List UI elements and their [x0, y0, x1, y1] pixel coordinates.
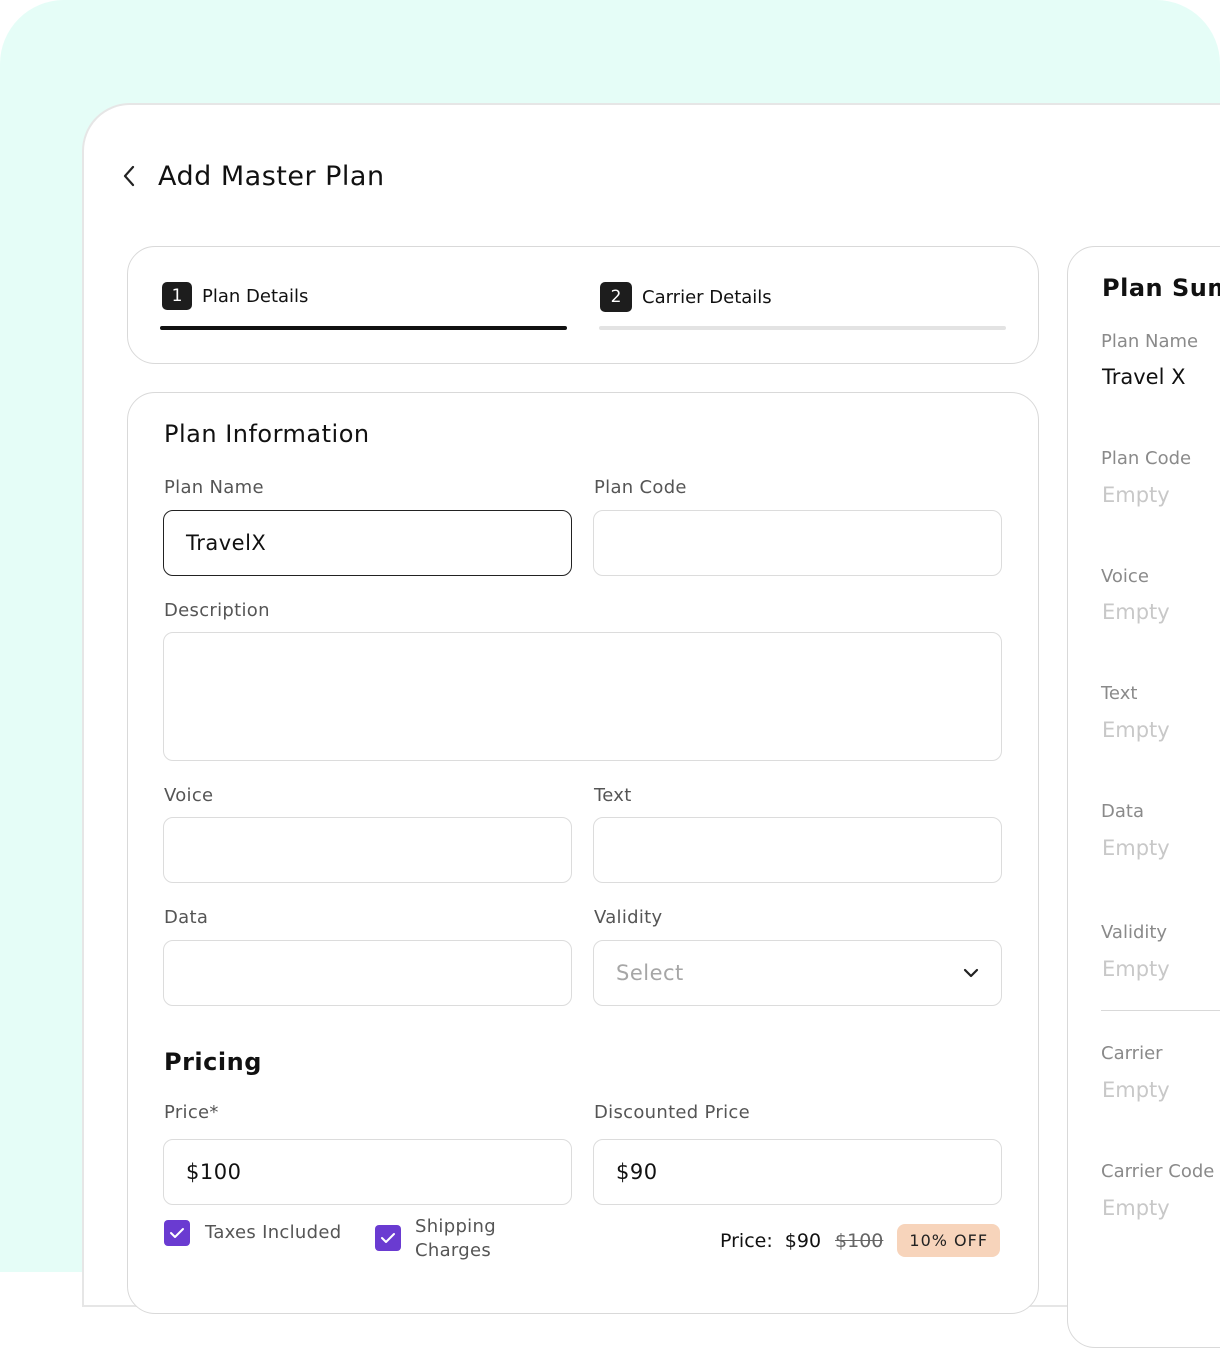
plan-name-value: TravelX — [186, 531, 267, 555]
shipping-charges-label: Shipping Charges — [415, 1215, 496, 1263]
price-summary-current: $90 — [784, 1229, 822, 1252]
summary-label-plan-code: Plan Code — [1101, 448, 1192, 469]
shipping-charges-label-line2: Charges — [415, 1240, 492, 1261]
price-input[interactable]: $100 — [163, 1139, 572, 1205]
summary-value-data: Empty — [1102, 836, 1170, 860]
page-title: Add Master Plan — [158, 160, 385, 192]
validity-select[interactable]: Select — [593, 940, 1002, 1006]
plan-summary-title: Plan Summary — [1102, 274, 1220, 302]
data-label: Data — [164, 907, 209, 928]
shipping-charges-checkbox[interactable] — [375, 1225, 401, 1251]
price-summary-prefix: Price: — [720, 1229, 773, 1252]
discounted-price-label: Discounted Price — [594, 1102, 750, 1123]
price-summary-line: Price: $90 $100 10% OFF — [720, 1224, 1001, 1257]
summary-value-plan-name: Travel X — [1102, 365, 1186, 389]
step-carrier-details[interactable]: 2 Carrier Details — [600, 282, 772, 312]
taxes-included-checkbox[interactable] — [164, 1220, 190, 1246]
check-icon — [381, 1233, 395, 1243]
page-header: Add Master Plan — [122, 156, 385, 196]
chevron-down-icon — [963, 968, 979, 978]
summary-label-plan-name: Plan Name — [1101, 331, 1199, 352]
price-summary-original: $100 — [835, 1229, 884, 1252]
summary-label-data: Data — [1101, 801, 1144, 822]
summary-value-carrier-code: Empty — [1102, 1196, 1170, 1220]
validity-label: Validity — [594, 907, 663, 928]
summary-label-carrier: Carrier — [1101, 1043, 1163, 1064]
taxes-included-label: Taxes Included — [205, 1222, 342, 1243]
data-input[interactable] — [163, 940, 572, 1006]
step-progress-active — [160, 326, 567, 330]
description-label: Description — [164, 600, 270, 621]
step-number: 2 — [600, 282, 632, 312]
discounted-price-value: $90 — [616, 1160, 658, 1184]
text-input[interactable] — [593, 817, 1002, 883]
summary-value-plan-code: Empty — [1102, 483, 1170, 507]
shipping-charges-label-line1: Shipping — [415, 1216, 496, 1237]
price-value: $100 — [186, 1160, 242, 1184]
summary-value-voice: Empty — [1102, 600, 1170, 624]
summary-value-carrier: Empty — [1102, 1078, 1170, 1102]
summary-value-text: Empty — [1102, 718, 1170, 742]
plan-code-input[interactable] — [593, 510, 1002, 576]
text-label: Text — [594, 785, 632, 806]
step-plan-details[interactable]: 1 Plan Details — [162, 282, 308, 310]
voice-label: Voice — [164, 785, 214, 806]
summary-label-voice: Voice — [1101, 566, 1149, 587]
back-button[interactable] — [122, 156, 142, 196]
discounted-price-input[interactable]: $90 — [593, 1139, 1002, 1205]
validity-selected-value: Select — [616, 961, 684, 985]
plan-name-label: Plan Name — [164, 477, 264, 498]
summary-value-validity: Empty — [1102, 957, 1170, 981]
plan-code-label: Plan Code — [594, 477, 687, 498]
pricing-title: Pricing — [164, 1048, 262, 1076]
description-textarea[interactable] — [163, 632, 1002, 761]
step-number: 1 — [162, 282, 192, 310]
summary-divider — [1101, 1010, 1220, 1011]
summary-label-validity: Validity — [1101, 922, 1168, 943]
step-label: Carrier Details — [642, 286, 772, 308]
chevron-left-icon — [123, 165, 135, 187]
summary-label-carrier-code: Carrier Code — [1101, 1161, 1215, 1182]
step-progress-inactive — [599, 326, 1006, 330]
price-label: Price* — [164, 1102, 219, 1123]
plan-summary-card — [1067, 246, 1220, 1348]
discount-badge: 10% OFF — [897, 1224, 1001, 1257]
check-icon — [170, 1228, 184, 1238]
plan-name-input[interactable]: TravelX — [163, 510, 572, 576]
step-label: Plan Details — [202, 285, 309, 307]
voice-input[interactable] — [163, 817, 572, 883]
plan-information-title: Plan Information — [164, 420, 370, 448]
summary-label-text: Text — [1101, 683, 1138, 704]
